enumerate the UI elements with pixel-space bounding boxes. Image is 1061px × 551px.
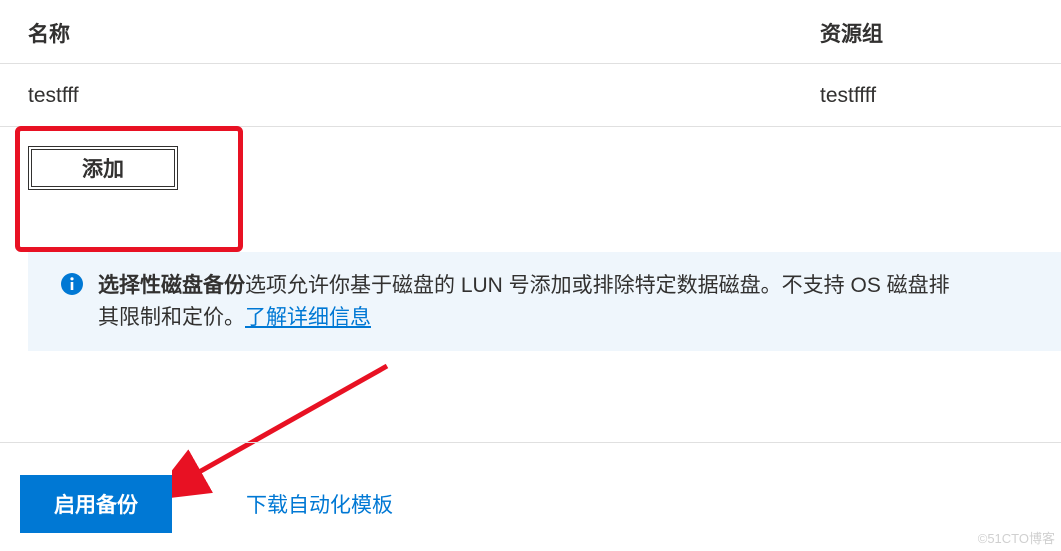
add-button-label: 添加: [82, 153, 124, 183]
info-banner: 选择性磁盘备份选项允许你基于磁盘的 LUN 号添加或排除特定数据磁盘。不支持 O…: [28, 252, 1061, 351]
learn-more-link[interactable]: 了解详细信息: [245, 306, 371, 329]
footer: 启用备份 下载自动化模板: [0, 442, 1061, 533]
column-header-resource-group: 资源组: [820, 18, 883, 48]
table-header: 名称 资源组: [0, 0, 1061, 64]
enable-backup-label: 启用备份: [54, 494, 138, 517]
info-bold-text: 选择性磁盘备份: [98, 274, 245, 297]
cell-resource-group: testffff: [820, 84, 876, 108]
info-icon: [60, 272, 84, 296]
info-text: 选择性磁盘备份选项允许你基于磁盘的 LUN 号添加或排除特定数据磁盘。不支持 O…: [98, 270, 950, 333]
watermark: ©51CTO博客: [978, 528, 1055, 547]
cell-name: testfff: [0, 84, 820, 108]
vm-table: 名称 资源组 testfff testffff: [0, 0, 1061, 127]
info-text-part2: 其限制和定价。: [98, 306, 245, 329]
enable-backup-button[interactable]: 启用备份: [20, 475, 172, 533]
column-header-name: 名称: [0, 18, 820, 48]
info-text-part1: 选项允许你基于磁盘的 LUN 号添加或排除特定数据磁盘。不支持 OS 磁盘排: [245, 274, 950, 297]
add-button[interactable]: 添加: [28, 146, 178, 190]
table-row[interactable]: testfff testffff: [0, 64, 1061, 127]
download-automation-template-link[interactable]: 下载自动化模板: [246, 489, 393, 519]
